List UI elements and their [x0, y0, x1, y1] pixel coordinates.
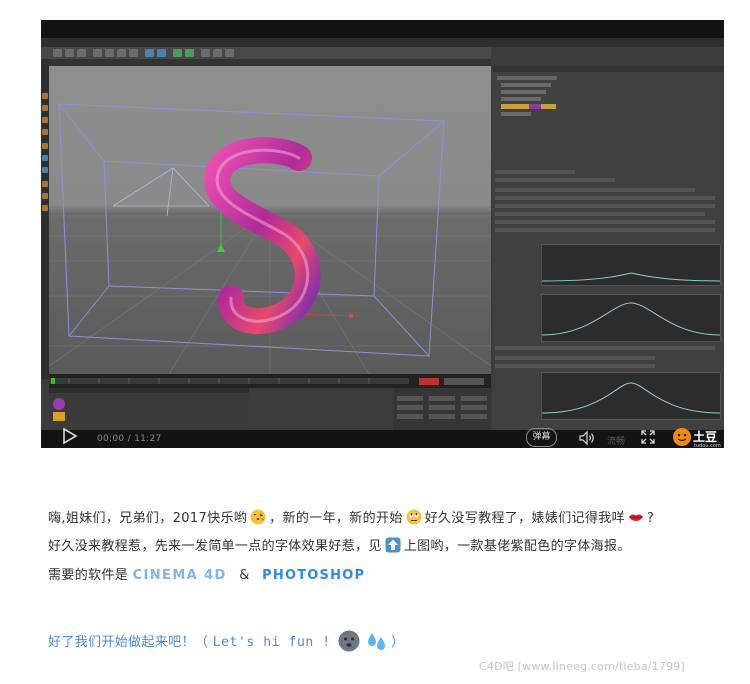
- tudou-logo: 土豆 tudou.com: [672, 426, 722, 450]
- video-player[interactable]: 00:00 / 11:27 弹幕 流畅 土豆 tudou.com: [41, 20, 724, 449]
- quality-selector[interactable]: 流畅: [607, 434, 625, 447]
- object-manager: [493, 66, 724, 166]
- c4d-timeline: [49, 374, 491, 388]
- article-line-1: 嗨,姐妹们，兄弟们，2017快乐哟 ，新的一年，新的开始 好久没写教程了，婊婊们记得…: [48, 509, 655, 526]
- play-icon[interactable]: [59, 426, 79, 446]
- c4d-toolbar: [41, 47, 491, 59]
- article-line-4: 好了我们开始做起来吧！（ Let's hi fun ! ）: [48, 630, 405, 652]
- up-arrow-emoji-icon: [385, 537, 401, 553]
- coordinate-manager: [393, 388, 491, 430]
- dizzy-face-emoji-icon: [338, 630, 360, 652]
- viewport-scene: [48, 103, 492, 375]
- attribute-manager: [493, 166, 724, 430]
- material-manager: [49, 388, 249, 430]
- c4d-left-toolbar: [41, 59, 49, 379]
- danmu-toggle-button[interactable]: 弹幕: [526, 428, 557, 447]
- software-cinema4d: CINEMA 4D: [132, 568, 227, 583]
- tudou-logo-sub: tudou.com: [694, 443, 721, 449]
- sweat-droplets-emoji-icon: [368, 633, 386, 650]
- lips-emoji-icon: [628, 514, 643, 521]
- player-controls: 00:00 / 11:27 弹幕 流畅 土豆 tudou.com: [41, 427, 724, 449]
- 3d-viewport: [48, 66, 492, 375]
- site-watermark: C4D吧 [www.lineeg.com/tieba/1799]: [479, 660, 685, 673]
- kiss-face-emoji-icon: [250, 509, 266, 525]
- time-display: 00:00 / 11:27: [97, 434, 162, 444]
- rolling-eyes-emoji-icon: [406, 509, 422, 525]
- falloff-graph-3: [541, 372, 721, 420]
- volume-icon[interactable]: [578, 429, 596, 447]
- falloff-graph-1: [541, 244, 721, 286]
- falloff-graph-2: [541, 294, 721, 342]
- fullscreen-icon[interactable]: [640, 429, 656, 445]
- ampersand: &: [239, 568, 250, 583]
- article-line-2: 好久没来教程惹，先来一发简单一点的字体效果好惹，见 上图哟，一款基佬紫配色的字体海…: [48, 537, 631, 554]
- video-frame[interactable]: [41, 38, 724, 430]
- software-photoshop: PHOTOSHOP: [262, 568, 366, 583]
- article-line-3: 需要的软件是 CINEMA 4D & PHOTOSHOP: [48, 568, 366, 583]
- c4d-menubar: [41, 38, 724, 47]
- viewport-menu: [49, 59, 491, 66]
